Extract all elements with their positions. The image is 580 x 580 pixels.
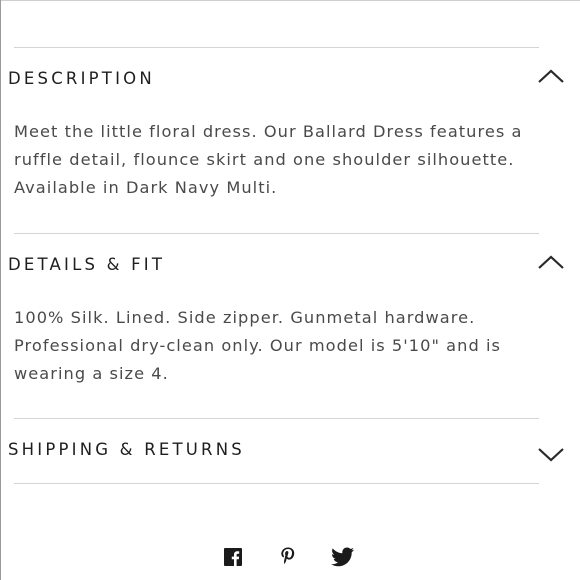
shipping-returns-title: SHIPPING & RETURNS [8, 440, 245, 459]
description-text: Meet the little floral dress. Our Ballar… [14, 122, 523, 197]
chevron-down-icon[interactable] [537, 445, 565, 463]
twitter-icon[interactable] [331, 545, 355, 569]
description-header[interactable]: DESCRIPTION [8, 62, 573, 96]
page-left-border [0, 0, 1, 580]
divider [14, 233, 539, 234]
chevron-up-icon[interactable] [537, 68, 565, 86]
description-title: DESCRIPTION [8, 69, 155, 88]
shipping-returns-header[interactable]: SHIPPING & RETURNS [8, 433, 573, 467]
divider [14, 47, 539, 48]
divider [14, 418, 539, 419]
divider [14, 483, 539, 484]
details-fit-text: 100% Silk. Lined. Side zipper. Gunmetal … [14, 308, 501, 383]
pinterest-icon[interactable] [276, 545, 300, 569]
details-fit-header[interactable]: DETAILS & FIT [8, 248, 573, 282]
details-fit-title: DETAILS & FIT [8, 255, 166, 274]
chevron-up-icon[interactable] [537, 254, 565, 272]
page-top-border [0, 0, 580, 1]
facebook-icon[interactable] [221, 545, 245, 569]
